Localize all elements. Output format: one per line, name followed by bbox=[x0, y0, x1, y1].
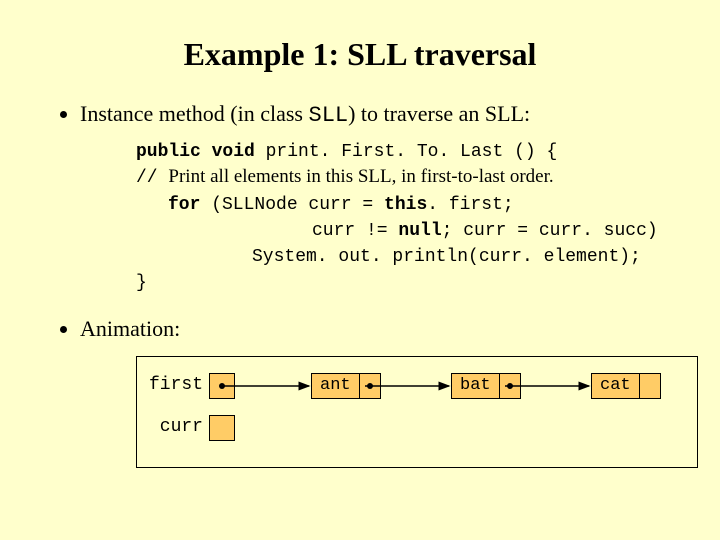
first-ptr-dot bbox=[219, 383, 225, 389]
node-ant-dot bbox=[367, 383, 373, 389]
code-l4c: ; curr = curr. succ) bbox=[442, 221, 658, 241]
code-block: public void print. First. To. Last () { … bbox=[136, 138, 680, 296]
code-l3d: . first; bbox=[427, 195, 513, 215]
code-kw-for: for bbox=[168, 195, 200, 215]
code-l4a: curr != bbox=[312, 221, 398, 241]
node-bat-label: bat bbox=[452, 374, 499, 398]
node-cat: cat bbox=[591, 373, 661, 399]
code-l5: System. out. println(curr. element); bbox=[252, 247, 641, 267]
code-kw-this: this bbox=[384, 195, 427, 215]
animation-diagram: first curr ant bat bbox=[136, 356, 698, 468]
bullet-instance-method: Instance method (in class SLL) to traver… bbox=[80, 101, 680, 296]
slide-title: Example 1: SLL traversal bbox=[40, 36, 680, 73]
code-l1b: print. First. To. Last () { bbox=[255, 142, 557, 162]
code-comment-slashes: // bbox=[136, 168, 168, 188]
code-comment-text: Print all elements in this SLL, in first… bbox=[168, 166, 553, 187]
node-bat-next bbox=[499, 374, 520, 398]
first-label: first bbox=[141, 375, 203, 395]
node-bat-dot bbox=[507, 383, 513, 389]
node-bat: bat bbox=[451, 373, 521, 399]
node-cat-label: cat bbox=[592, 374, 639, 398]
bullet1-code: SLL bbox=[309, 103, 349, 128]
bullet1-pre: Instance method (in class bbox=[80, 101, 309, 126]
bullet-animation: Animation: first curr ant bat bbox=[80, 316, 680, 468]
code-kw-public-void: public void bbox=[136, 142, 255, 162]
node-ant-label: ant bbox=[312, 374, 359, 398]
code-l3b: (SLLNode curr = bbox=[200, 195, 384, 215]
bullet2-text: Animation: bbox=[80, 316, 180, 341]
code-kw-null: null bbox=[398, 221, 441, 241]
node-ant: ant bbox=[311, 373, 381, 399]
first-ptr-box bbox=[209, 373, 235, 399]
curr-label: curr bbox=[147, 417, 203, 437]
node-cat-next bbox=[639, 374, 660, 398]
node-ant-next bbox=[359, 374, 380, 398]
bullet1-post: ) to traverse an SLL: bbox=[348, 101, 530, 126]
curr-ptr-box bbox=[209, 415, 235, 441]
code-l6: } bbox=[136, 273, 147, 293]
